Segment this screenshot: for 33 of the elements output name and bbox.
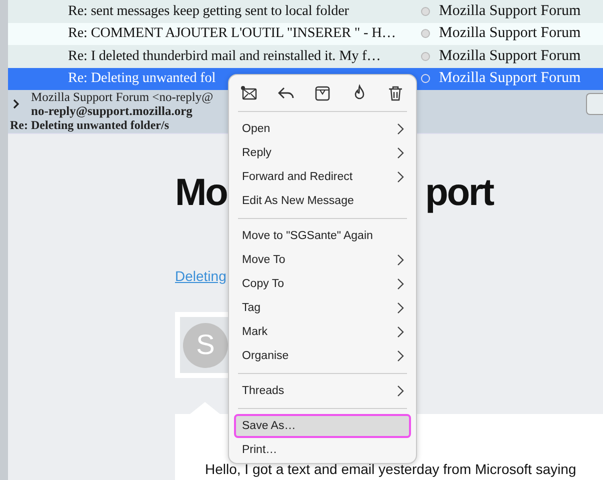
message-row[interactable]: Re: I deleted thunderbird mail and reinstalled it. My f… Mozilla Support Forum: [8, 45, 603, 68]
menu-item[interactable]: Save As…: [234, 414, 411, 438]
menu-item[interactable]: Threads: [234, 379, 411, 403]
message-row[interactable]: Re: COMMENT AJOUTER L'OUTIL "INSERER " - H… Mozilla Support Forum: [8, 22, 603, 45]
menu-item[interactable]: Print…: [234, 438, 411, 462]
avatar: S: [183, 322, 228, 368]
menu-item[interactable]: Move to "SGSante" Again: [234, 224, 411, 248]
message-subject: Re: sent messages keep getting sent to local folder: [68, 2, 350, 20]
menu-item[interactable]: Open: [234, 117, 411, 141]
page-heading: Mo: [175, 172, 227, 215]
message-subject: Re: Deleting unwanted fol: [68, 70, 217, 88]
menu-item[interactable]: Move To: [234, 248, 411, 272]
message-row[interactable]: Re: sent messages keep getting sent to local folder Mozilla Support Forum: [8, 0, 603, 22]
page-heading: port: [425, 172, 493, 215]
menu-item[interactable]: Copy To: [234, 272, 411, 296]
message-subject: Re: Deleting unwanted folder/s: [10, 118, 169, 133]
correspondent: Mozilla Support Forum: [439, 48, 581, 65]
menu-item[interactable]: Reply: [234, 141, 411, 165]
menu-item[interactable]: Edit As New Message: [234, 189, 411, 213]
correspondent: Mozilla Support Forum: [439, 25, 581, 42]
message-subject: Re: COMMENT AJOUTER L'OUTIL "INSERER " - H…: [68, 25, 397, 42]
menu-item[interactable]: Forward and Redirect: [234, 165, 411, 189]
correspondent: Mozilla Support Forum: [439, 2, 581, 20]
menu-item[interactable]: Organise: [234, 344, 411, 368]
message-subject: Re: I deleted thunderbird mail and reinstalled it. My f…: [68, 48, 382, 65]
sender-address: no-reply@support.mozilla.org: [31, 104, 194, 118]
correspondent: Mozilla Support Forum: [439, 70, 581, 88]
expand-chevron-icon[interactable]: [12, 98, 20, 110]
post-text: Hello, I got a text and email yesterday from Microsoft saying: [205, 461, 578, 477]
menu-item[interactable]: Mark: [234, 320, 411, 344]
menu-item[interactable]: Tag: [234, 296, 411, 320]
read-status-icon[interactable]: [421, 74, 430, 84]
sender-name: Mozilla Support Forum <no-reply@: [31, 90, 214, 104]
